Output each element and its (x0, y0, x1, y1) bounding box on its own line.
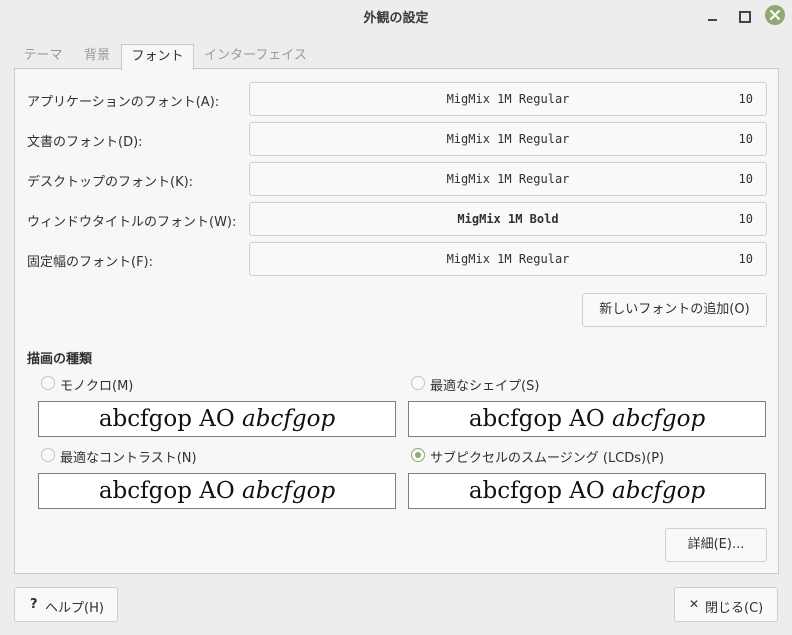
sample-italic: abcfgop (612, 478, 706, 504)
close-icon (770, 10, 780, 20)
help-label: ヘルプ(H) (45, 601, 104, 616)
window-title: 外観の設定 (363, 11, 429, 26)
sample-italic: abcfgop (242, 478, 336, 504)
sample-regular: abcfgop AO (98, 478, 243, 504)
fonts-panel: アプリケーションのフォント(A): MigMix 1M Regular 10 文… (14, 68, 779, 574)
font-name: MigMix 1M Regular (446, 132, 570, 146)
subpixel-smoothing-preview: abcfgop AO abcfgop (408, 473, 766, 509)
document-font-button[interactable]: MigMix 1M Regular 10 (249, 122, 767, 156)
tab-theme[interactable]: テーマ (14, 44, 72, 69)
application-font-button[interactable]: MigMix 1M Regular 10 (249, 82, 767, 116)
radio-label: サブピクセルのスムージング (LCDs)(P) (430, 451, 665, 466)
radio-label: 最適なコントラスト(N) (60, 451, 197, 466)
tab-background[interactable]: 背景 (72, 44, 122, 69)
font-name: MigMix 1M Regular (446, 92, 570, 106)
radio-indicator (41, 448, 55, 462)
font-name: MigMix 1M Bold (457, 212, 559, 226)
font-size: 10 (738, 212, 753, 226)
radio-indicator (411, 376, 425, 390)
font-size: 10 (738, 252, 753, 266)
font-size: 10 (738, 92, 753, 106)
details-button[interactable]: 詳細(E)... (665, 528, 767, 562)
tab-fonts[interactable]: フォント (121, 44, 194, 70)
rendering-section-title: 描画の種類 (27, 352, 93, 367)
font-size: 10 (738, 172, 753, 186)
document-font-label: 文書のフォント(D): (27, 135, 143, 150)
close-icon: ✕ (689, 597, 700, 611)
window-title-font-button[interactable]: MigMix 1M Bold 10 (249, 202, 767, 236)
close-label: 閉じる(C) (705, 601, 764, 616)
monospace-font-label: 固定幅のフォント(F): (27, 255, 154, 270)
window-title-font-label: ウィンドウタイトルのフォント(W): (27, 215, 237, 230)
help-button[interactable]: ? ヘルプ(H) (14, 587, 118, 622)
desktop-font-label: デスクトップのフォント(K): (27, 175, 194, 190)
minimize-button[interactable] (704, 7, 722, 25)
maximize-button[interactable] (735, 7, 753, 25)
sample-regular: abcfgop AO (468, 478, 613, 504)
close-button[interactable]: ✕ 閉じる(C) (674, 587, 778, 622)
radio-label: 最適なシェイプ(S) (430, 379, 540, 394)
best-contrast-preview: abcfgop AO abcfgop (38, 473, 396, 509)
window-close-button[interactable] (765, 5, 785, 25)
radio-indicator (411, 448, 425, 462)
radio-indicator (41, 376, 55, 390)
radio-label: モノクロ(M) (60, 379, 134, 394)
add-font-button[interactable]: 新しいフォントの追加(O) (582, 293, 767, 327)
best-shape-preview: abcfgop AO abcfgop (408, 401, 766, 437)
sample-regular: abcfgop AO (98, 406, 243, 432)
monochrome-preview: abcfgop AO abcfgop (38, 401, 396, 437)
font-name: MigMix 1M Regular (446, 252, 570, 266)
font-name: MigMix 1M Regular (446, 172, 570, 186)
help-icon: ? (30, 597, 38, 612)
tab-interface[interactable]: インターフェイス (194, 44, 317, 69)
desktop-font-button[interactable]: MigMix 1M Regular 10 (249, 162, 767, 196)
sample-regular: abcfgop AO (468, 406, 613, 432)
monospace-font-button[interactable]: MigMix 1M Regular 10 (249, 242, 767, 276)
sample-italic: abcfgop (242, 406, 336, 432)
application-font-label: アプリケーションのフォント(A): (27, 95, 220, 110)
title-bar: 外観の設定 (0, 0, 792, 32)
font-size: 10 (738, 132, 753, 146)
sample-italic: abcfgop (612, 406, 706, 432)
